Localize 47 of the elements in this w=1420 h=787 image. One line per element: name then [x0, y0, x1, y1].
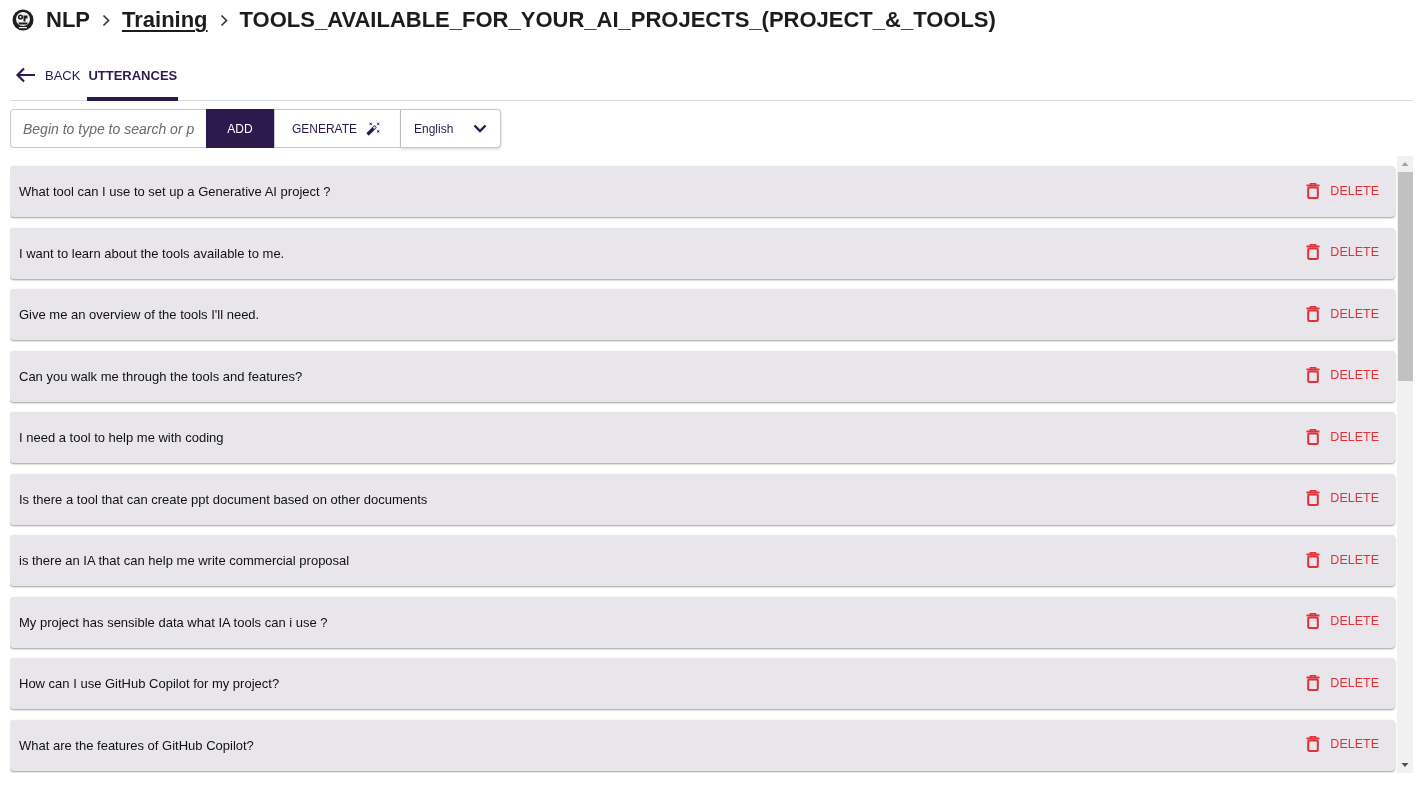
arrow-left-icon — [15, 67, 36, 83]
generate-button[interactable]: GENERATE — [274, 109, 401, 148]
scrollbar-thumb[interactable] — [1397, 172, 1413, 381]
delete-button[interactable]: DELETE — [1298, 670, 1387, 695]
language-dropdown[interactable]: English — [401, 109, 501, 148]
magic-wand-icon — [366, 121, 382, 136]
delete-button[interactable]: DELETE — [1298, 732, 1387, 756]
utterance-text: I need a tool to help me with coding — [19, 430, 224, 445]
delete-button[interactable]: DELETE — [1298, 424, 1387, 449]
breadcrumb-root: NLP — [46, 7, 90, 33]
utterance-text: Is there a tool that can create ppt document based on other documents — [19, 491, 428, 507]
utterance-text: What are the features of GitHub Copilot? — [19, 737, 254, 753]
trash-icon — [1306, 551, 1321, 568]
chevron-right-icon — [102, 13, 110, 27]
utterance-text: My project has sensible data what IA tools can i use ? — [19, 614, 328, 630]
utterance-text: How can I use GitHub Copilot for my project? — [19, 676, 280, 691]
utterance-text: Give me an overview of the tools I'll need. — [19, 307, 260, 322]
tab[interactable]: UTTERANCES — [87, 50, 179, 101]
delete-button[interactable]: DELETE — [1298, 240, 1387, 264]
trash-icon — [1306, 305, 1321, 322]
chevron-right-icon — [219, 13, 228, 27]
delete-button[interactable]: DELETE — [1298, 363, 1387, 387]
delete-button[interactable]: DELETE — [1298, 301, 1387, 326]
breadcrumb-link[interactable]: Training — [122, 7, 208, 33]
delete-button[interactable]: DELETE — [1298, 486, 1387, 510]
trash-icon — [1306, 490, 1321, 506]
trash-icon — [1306, 367, 1321, 383]
logo-icon — [12, 9, 34, 31]
utterance-text: Can you walk me through the tools and features? — [19, 368, 303, 384]
trash-icon — [1306, 182, 1321, 199]
trash-icon — [1306, 736, 1321, 752]
back-button[interactable]: BACK — [10, 50, 88, 100]
trash-icon — [1306, 613, 1321, 629]
utterance-text: is there an IA that can help me write commercial proposal — [19, 553, 350, 568]
delete-button[interactable]: DELETE — [1298, 178, 1387, 203]
trash-icon — [1306, 244, 1321, 260]
utterance-text: I want to learn about the tools available to me. — [19, 245, 285, 261]
search-field[interactable]: Begin to type to search or p — [10, 109, 206, 148]
chevron-down-icon — [473, 124, 487, 133]
scrollbar[interactable] — [1397, 156, 1413, 773]
trash-icon — [1306, 674, 1321, 691]
add-button[interactable]: ADD — [206, 109, 274, 148]
utterance-text: What tool can I use to set up a Generative AI project ? — [19, 184, 331, 199]
delete-button[interactable]: DELETE — [1298, 609, 1387, 633]
breadcrumb-current: TOOLS_AVAILABLE_FOR_YOUR_AI_PROJECTS_(PROJECT_&_TOOLS) — [239, 7, 996, 33]
delete-button[interactable]: DELETE — [1298, 547, 1387, 572]
trash-icon — [1306, 428, 1321, 445]
